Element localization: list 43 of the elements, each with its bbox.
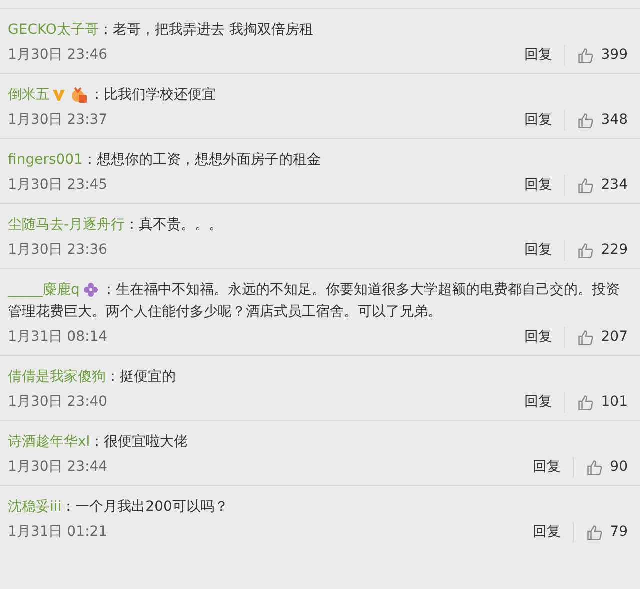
- thumbs-up-icon: [586, 524, 604, 542]
- comment-time: 1月31日 08:14: [8, 328, 108, 347]
- reply-button[interactable]: 回复: [533, 522, 574, 543]
- comment-text: _____麋鹿q ：生在福中不知福。永远的不知足。你要知道很多大学超额的电费都自己交的。投资管理花费巨大。两个人住能付多少呢？酒店式员工宿舍。可以了兄弟。: [8, 279, 628, 323]
- comment-time: 1月31日 01:21: [8, 523, 108, 542]
- comment-text: 诗酒趁年华xl：很便宜啦大佬: [8, 431, 628, 453]
- comment-time: 1月30日 23:40: [8, 393, 108, 412]
- thumbs-up-icon: [577, 176, 596, 194]
- like-button[interactable]: 90: [574, 457, 628, 478]
- reply-button[interactable]: 回复: [524, 240, 566, 261]
- reply-button[interactable]: 回复: [524, 327, 566, 348]
- comment-text: GECKO太子哥：老哥，把我弄进去 我掏双倍房租: [8, 19, 628, 41]
- reply-button[interactable]: 回复: [533, 457, 574, 478]
- flower-icon: [82, 282, 99, 298]
- thumbs-up-icon: [586, 458, 604, 476]
- comment-text: fingers001：想想你的工资，想想外面房子的租金: [8, 149, 628, 171]
- comment-text: 沈稳妥iii：一个月我出200可以吗？: [8, 496, 628, 518]
- thumbs-up-icon: [577, 112, 596, 130]
- medal-icon: [70, 86, 88, 104]
- like-button[interactable]: 229: [565, 240, 628, 261]
- like-button[interactable]: 348: [565, 110, 628, 131]
- comment-text: 尘随马去-月逐舟行：真不贵。。。: [8, 214, 628, 236]
- thumbs-up-icon: [577, 242, 596, 260]
- thumbs-up-icon: [577, 328, 596, 346]
- thumbs-up-icon: [577, 394, 596, 412]
- like-button[interactable]: 207: [565, 327, 628, 348]
- like-button[interactable]: 234: [565, 175, 628, 196]
- comment-time: 1月30日 23:37: [8, 111, 108, 130]
- reply-button[interactable]: 回复: [524, 110, 566, 131]
- comment-text: 倒米五 ：比我们学校还便宜: [8, 84, 628, 106]
- like-button[interactable]: 399: [565, 45, 628, 66]
- reply-button[interactable]: 回复: [524, 175, 566, 196]
- like-button[interactable]: 79: [574, 522, 628, 543]
- like-button[interactable]: 101: [565, 392, 628, 413]
- comment-text: 倩倩是我家傻狗：挺便宜的: [8, 366, 628, 388]
- comment-time: 1月30日 23:44: [8, 458, 108, 477]
- thumbs-up-icon: [577, 46, 596, 64]
- reply-button[interactable]: 回复: [524, 45, 566, 66]
- comment-time: 1月30日 23:36: [8, 241, 108, 260]
- comment-time: 1月30日 23:45: [8, 176, 108, 195]
- reply-button[interactable]: 回复: [524, 392, 566, 413]
- comment-time: 1月30日 23:46: [8, 46, 108, 65]
- v-badge-icon: [52, 88, 66, 102]
